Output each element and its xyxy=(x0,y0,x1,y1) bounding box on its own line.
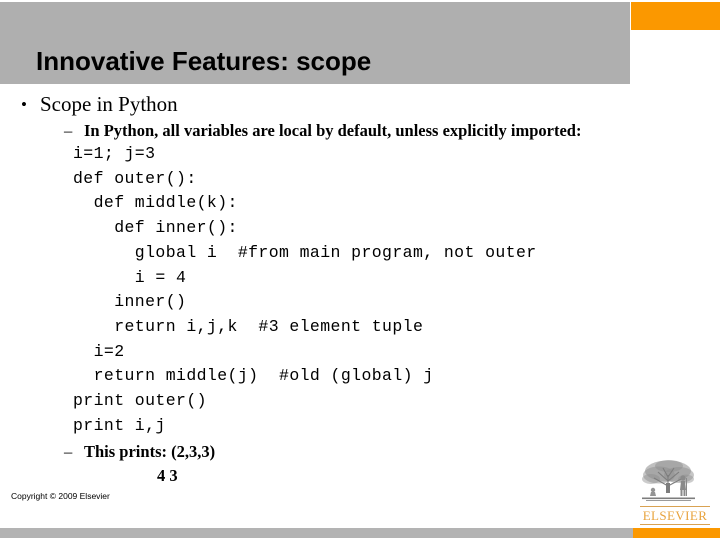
bullet-point-icon: • xyxy=(21,95,27,114)
code-line: inner() xyxy=(73,292,187,312)
footer-gray-band xyxy=(0,528,633,538)
slide: Innovative Features: scope • Scope in Py… xyxy=(0,0,720,540)
result-second-line: 4 3 xyxy=(157,466,178,486)
code-line: print i,j xyxy=(73,415,166,435)
code-line: return i,j,k #3 element tuple xyxy=(73,316,424,336)
page-title: Innovative Features: scope xyxy=(36,46,372,76)
footer-orange-accent xyxy=(633,528,720,538)
elsevier-wordmark: ELSEVIER xyxy=(642,508,708,523)
code-line: i=2 xyxy=(73,341,125,361)
code-line: def middle(k): xyxy=(73,193,238,213)
code-line: def outer(): xyxy=(73,168,197,188)
bullet-level1-scope-in-python: • Scope in Python xyxy=(0,92,720,117)
bullet-level2-this-prints: – This prints: (2,3,3) xyxy=(0,438,720,463)
elsevier-tree-icon xyxy=(642,460,695,501)
code-line: i = 4 xyxy=(73,267,187,287)
code-line: def inner(): xyxy=(73,218,238,238)
bullet-level1-label: Scope in Python xyxy=(40,92,178,116)
dash-bullet-icon: – xyxy=(64,121,73,140)
logo-rule-bottom xyxy=(640,524,710,525)
code-line: return middle(j) #old (global) j xyxy=(73,366,434,386)
result-label: This prints: (2,3,3) xyxy=(84,442,216,462)
dash-bullet-icon: – xyxy=(64,442,73,462)
elsevier-logo: ELSEVIER xyxy=(638,457,712,525)
code-block: i=1; j=3 def outer(): def middle(k): def… xyxy=(0,142,720,438)
bullet-level2-label: In Python, all variables are local by de… xyxy=(84,121,582,140)
code-line: global i #from main program, not outer xyxy=(73,242,537,262)
slide-body: • Scope in Python – In Python, all varia… xyxy=(0,92,720,487)
code-line: print outer() xyxy=(73,391,207,411)
bullet-level2-local-variables: – In Python, all variables are local by … xyxy=(0,117,720,142)
code-line: i=1; j=3 xyxy=(73,144,156,163)
copyright-text: Copyright © 2009 Elsevier xyxy=(11,491,110,501)
logo-rule-top xyxy=(640,506,710,507)
header-orange-accent xyxy=(631,2,720,30)
